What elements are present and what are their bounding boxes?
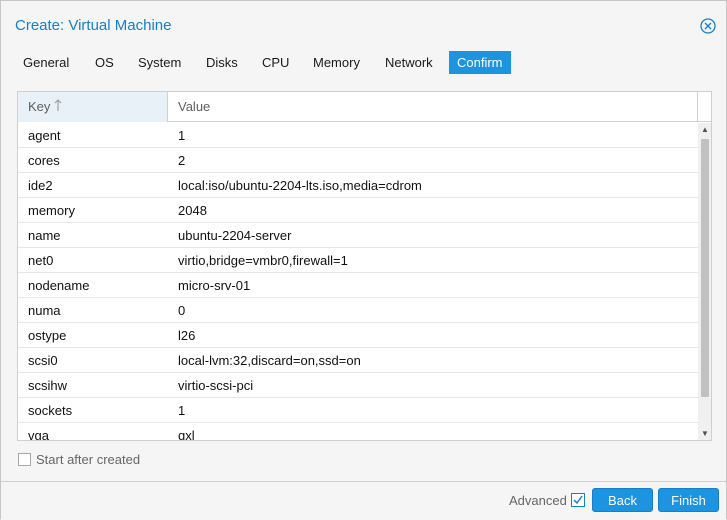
scrollbar-thumb[interactable]	[701, 139, 709, 397]
column-header-value[interactable]: Value	[168, 92, 698, 122]
tab-network[interactable]: Network	[377, 51, 441, 74]
table-row[interactable]: vga qxl	[18, 423, 698, 441]
row-key: ostype	[28, 328, 67, 343]
row-key: ide2	[28, 178, 53, 193]
row-value: qxl	[178, 428, 195, 441]
grid-header: Key Value	[18, 92, 711, 122]
row-key: agent	[28, 128, 61, 143]
table-row[interactable]: net0 virtio,bridge=vmbr0,firewall=1	[18, 248, 698, 273]
tab-os[interactable]: OS	[87, 51, 122, 74]
row-value: 2	[178, 153, 186, 168]
table-row[interactable]: scsi0 local-lvm:32,discard=on,ssd=on	[18, 348, 698, 373]
table-row[interactable]: memory 2048	[18, 198, 698, 223]
row-key: cores	[28, 153, 60, 168]
tab-disks[interactable]: Disks	[198, 51, 246, 74]
row-key: scsihw	[28, 378, 68, 393]
row-value: micro-srv-01	[178, 278, 251, 293]
create-vm-dialog: Create: Virtual Machine General OS Syste…	[0, 0, 727, 520]
dialog-footer: Advanced Back Finish	[1, 481, 726, 520]
row-key: sockets	[28, 403, 73, 418]
tab-cpu[interactable]: CPU	[254, 51, 297, 74]
row-value: 2048	[178, 203, 207, 218]
start-after-created-label: Start after created	[36, 452, 141, 467]
tab-general[interactable]: General	[15, 51, 77, 74]
row-key: vga	[28, 428, 49, 441]
sort-ascending-icon	[54, 92, 62, 122]
row-value: local-lvm:32,discard=on,ssd=on	[178, 353, 361, 368]
summary-grid: Key Value agent 1 cores 2 ide2 local:iso…	[17, 91, 712, 441]
row-value: virtio-scsi-pci	[178, 378, 254, 393]
row-value: ubuntu-2204-server	[178, 228, 292, 243]
scroll-up-arrow-icon[interactable]: ▲	[698, 123, 711, 137]
start-after-created-checkbox[interactable]	[18, 453, 31, 466]
row-value: local:iso/ubuntu-2204-lts.iso,media=cdro…	[178, 178, 422, 193]
row-value: 1	[178, 403, 186, 418]
tab-confirm[interactable]: Confirm	[449, 51, 511, 74]
table-row[interactable]: sockets 1	[18, 398, 698, 423]
table-row[interactable]: nodename micro-srv-01	[18, 273, 698, 298]
back-button[interactable]: Back	[592, 488, 653, 512]
dialog-titlebar: Create: Virtual Machine	[1, 1, 726, 45]
row-key: scsi0	[28, 353, 58, 368]
table-row[interactable]: ostype l26	[18, 323, 698, 348]
scroll-down-arrow-icon[interactable]: ▼	[698, 427, 711, 440]
row-value: 0	[178, 303, 186, 318]
finish-button[interactable]: Finish	[658, 488, 719, 512]
wizard-tabbar: General OS System Disks CPU Memory Netwo…	[1, 49, 726, 75]
tab-system[interactable]: System	[130, 51, 189, 74]
column-header-key-label: Key	[28, 99, 51, 114]
row-value: l26	[178, 328, 196, 343]
advanced-checkbox[interactable]	[571, 493, 585, 507]
row-value: 1	[178, 128, 186, 143]
table-row[interactable]: cores 2	[18, 148, 698, 173]
grid-scrollbar[interactable]: ▲ ▼	[698, 123, 711, 440]
dialog-title: Create: Virtual Machine	[15, 17, 172, 34]
close-icon[interactable]	[700, 18, 716, 34]
table-row[interactable]: name ubuntu-2204-server	[18, 223, 698, 248]
table-row[interactable]: scsihw virtio-scsi-pci	[18, 373, 698, 398]
row-key: name	[28, 228, 61, 243]
column-header-key[interactable]: Key	[18, 92, 168, 122]
row-key: numa	[28, 303, 61, 318]
table-row[interactable]: numa 0	[18, 298, 698, 323]
row-key: nodename	[28, 278, 90, 293]
grid-rows: agent 1 cores 2 ide2 local:iso/ubuntu-22…	[18, 123, 698, 441]
table-row[interactable]: ide2 local:iso/ubuntu-2204-lts.iso,media…	[18, 173, 698, 198]
advanced-label: Advanced	[509, 493, 567, 508]
table-row[interactable]: agent 1	[18, 123, 698, 148]
row-value: virtio,bridge=vmbr0,firewall=1	[178, 253, 348, 268]
row-key: memory	[28, 203, 75, 218]
row-key: net0	[28, 253, 54, 268]
tab-memory[interactable]: Memory	[305, 51, 368, 74]
